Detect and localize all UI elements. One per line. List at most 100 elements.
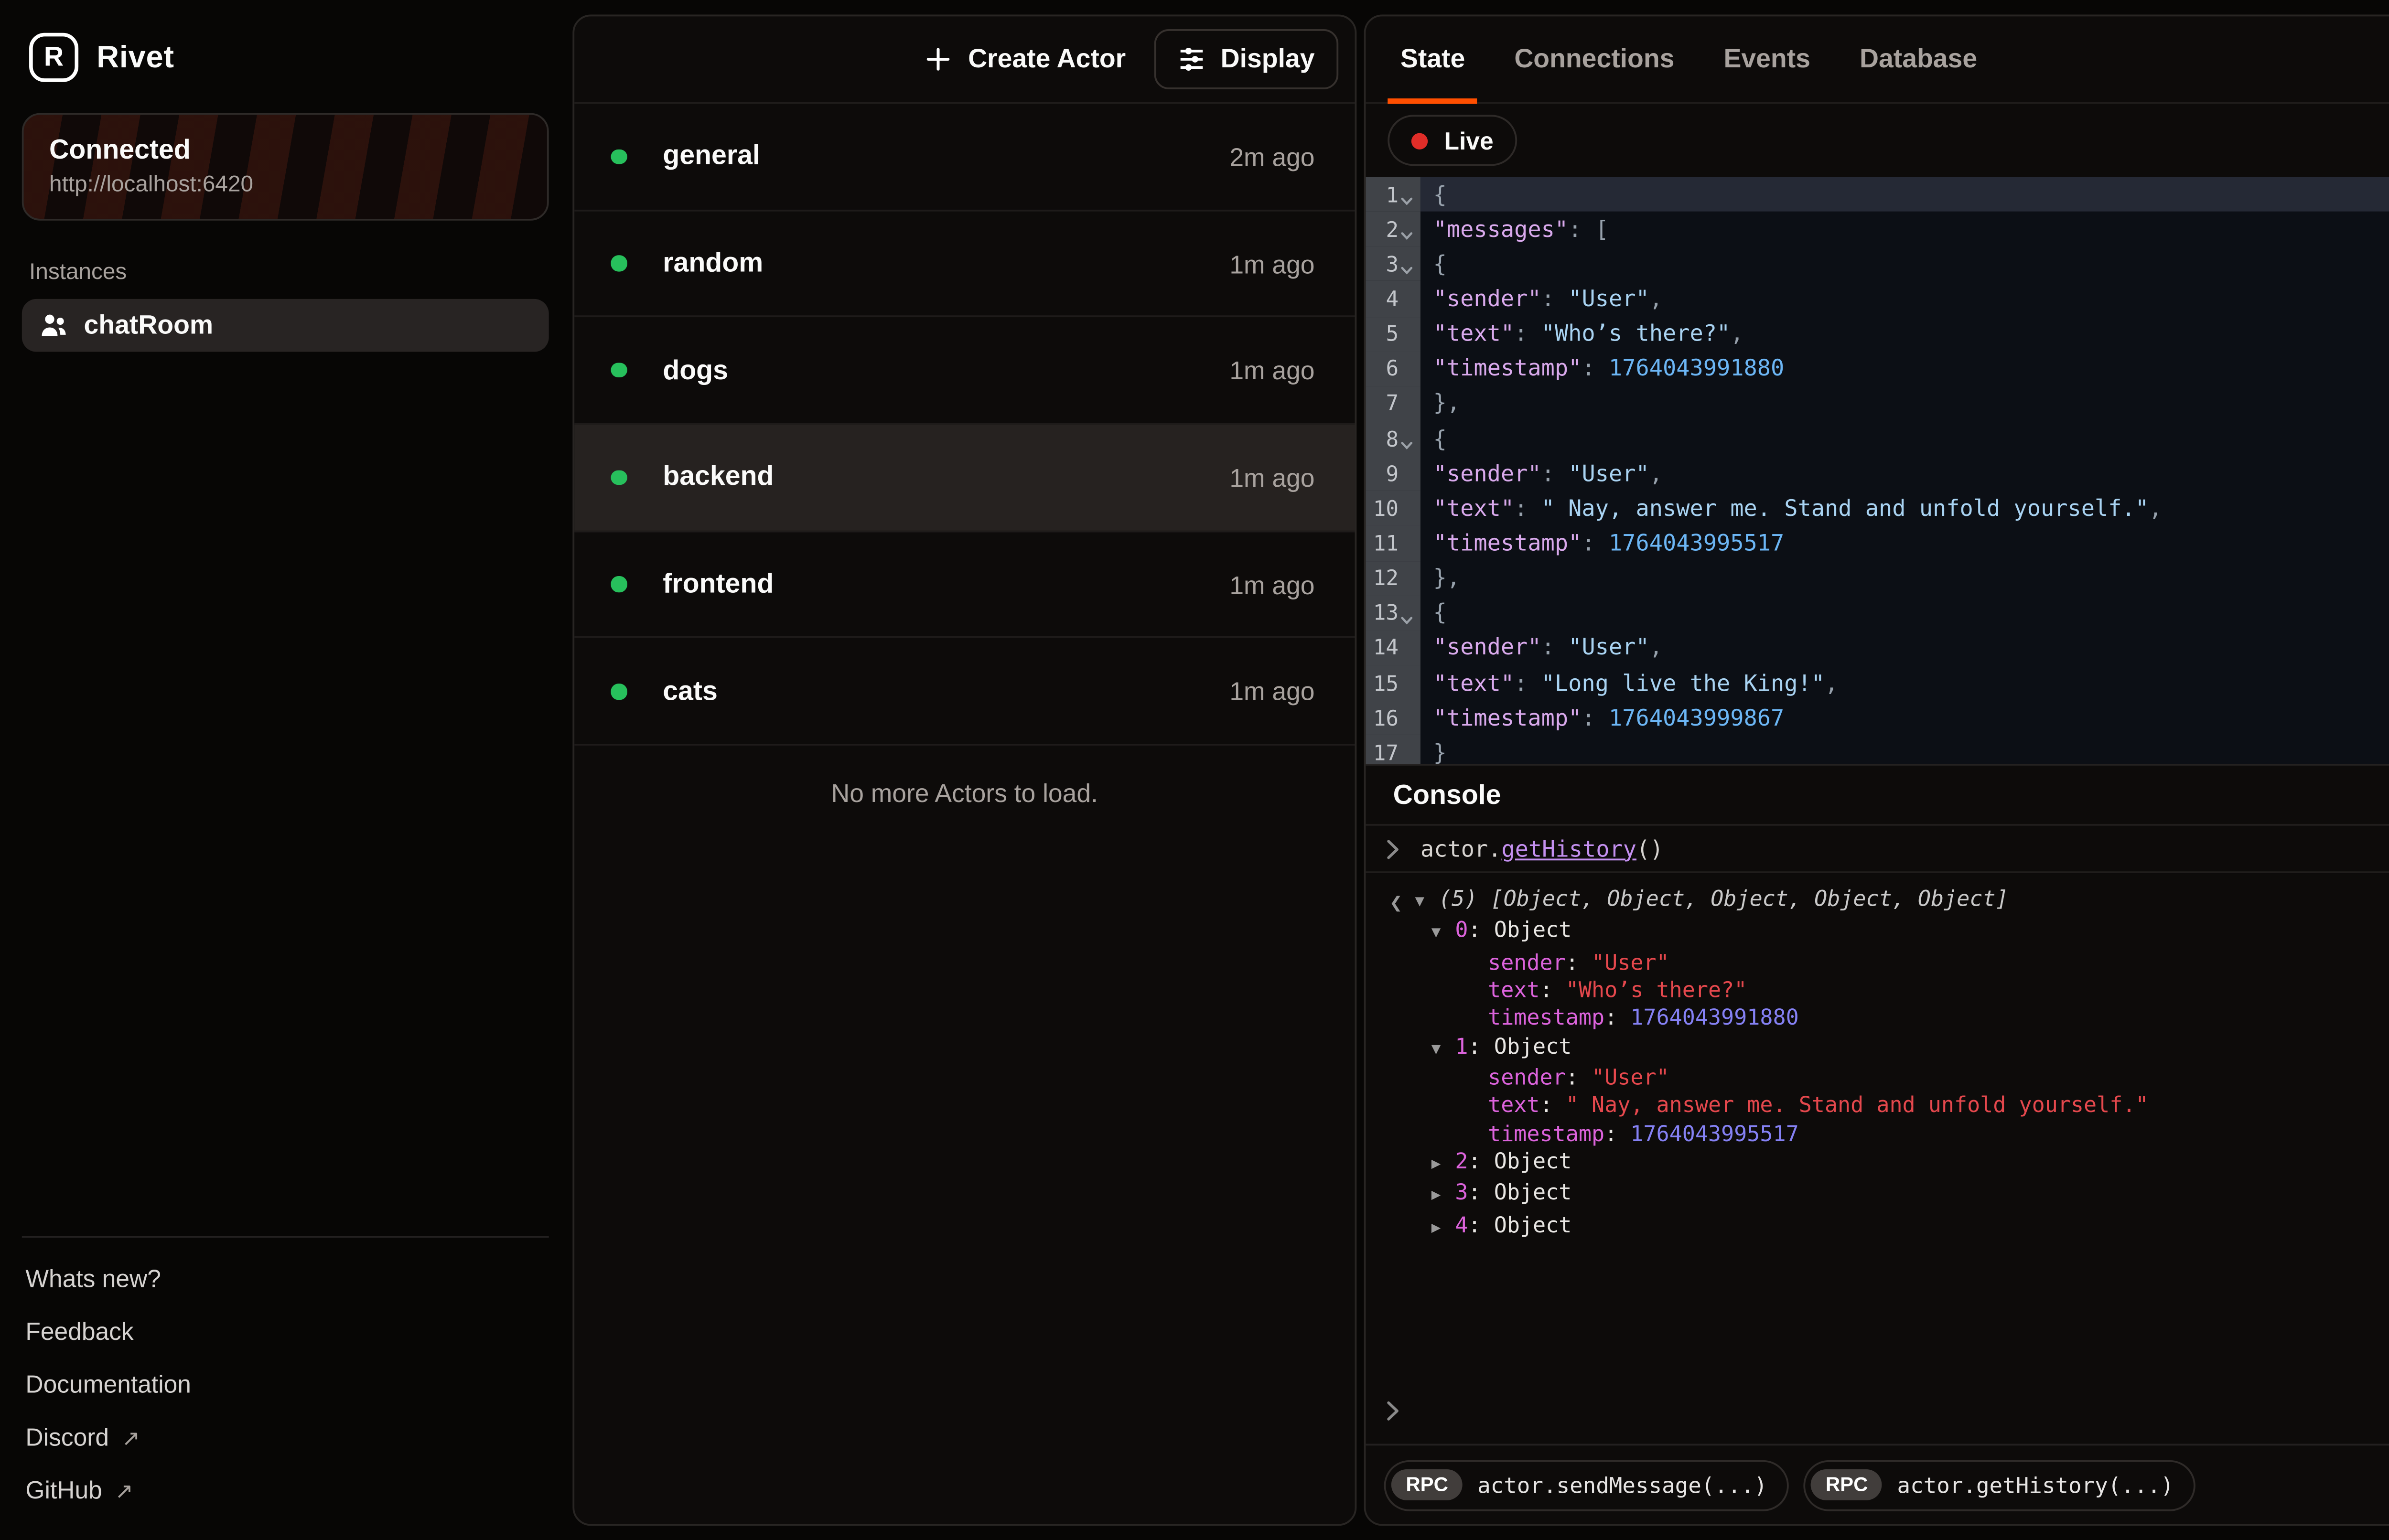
footer-link-whats-new-[interactable]: Whats new? [22, 1252, 549, 1305]
display-button[interactable]: Display [1155, 29, 1338, 89]
instances-label: Instances [29, 259, 541, 284]
instance-name: chatRoom [84, 311, 214, 340]
editor-line-9: 9 "sender": "User", [1366, 456, 2389, 491]
app-window: R Rivet Connected http://localhost:6420 … [0, 0, 2389, 1540]
external-link-icon: ↗ [122, 1424, 140, 1450]
console-tree-line: text: "Who’s there?" [1366, 977, 2389, 1005]
actor-rows: general2m agorandom1m agodogs1m agobacke… [574, 104, 1355, 746]
console-header[interactable]: Console [1366, 764, 2389, 826]
console-command-row: actor.getHistory() [1366, 826, 2389, 873]
console-tree-line: sender: "User" [1366, 1065, 2389, 1093]
end-of-list-message: No more Actors to load. [574, 746, 1355, 840]
actor-name: random [663, 248, 763, 279]
prompt-chevron-icon [1386, 838, 1400, 860]
editor-line-15: 15 "text": "Long live the King!", [1366, 665, 2389, 700]
tab-connections[interactable]: Connections [1502, 16, 1688, 102]
actor-row-backend[interactable]: backend 1m ago [574, 425, 1355, 532]
actor-last-seen: 1m ago [1229, 570, 1314, 599]
actor-row-random[interactable]: random1m ago [574, 211, 1355, 318]
editor-line-11: 11 "timestamp": 1764043995517 [1366, 526, 2389, 561]
actor-name: backend [663, 462, 774, 493]
console-tree-line[interactable]: ▶4: Object [1366, 1212, 2389, 1243]
status-dot-icon [611, 149, 626, 164]
triangle-collapsed-icon[interactable]: ▶ [1431, 1152, 1455, 1180]
brand-logo: R Rivet [22, 18, 549, 93]
state-toolbar: Live [1366, 104, 2389, 177]
rpc-button-actor-sendmessage-[interactable]: RPCactor.sendMessage(...) [1384, 1459, 1789, 1510]
tab-state[interactable]: State [1388, 16, 1478, 102]
tab-events[interactable]: Events [1711, 16, 1823, 102]
rpc-label: actor.getHistory(...) [1897, 1472, 2174, 1497]
return-arrow-icon: ❮ [1389, 889, 1402, 918]
actor-list-panel: Create Actor Display general2m agorandom… [572, 15, 1356, 1526]
console-tree-line[interactable]: ▶2: Object [1366, 1149, 2389, 1180]
actor-row-dogs[interactable]: dogs 1m ago [574, 318, 1355, 425]
actor-name: dogs [663, 355, 728, 386]
console-result-summary[interactable]: ▼(5) [Object, Object, Object, Object, Ob… [1366, 886, 2389, 918]
fold-chevron-icon[interactable] [1399, 596, 1415, 631]
connection-card: Connected http://localhost:6420 [22, 113, 549, 221]
console-tree-line: sender: "User" [1366, 949, 2389, 977]
editor-line-1: 1{ [1366, 177, 2389, 212]
editor-line-16: 16 "timestamp": 1764043999867 [1366, 700, 2389, 735]
fold-chevron-icon[interactable] [1399, 421, 1415, 456]
fold-chevron-icon[interactable] [1399, 177, 1415, 212]
console-tree-line: text: " Nay, answer me. Stand and unfold… [1366, 1093, 2389, 1121]
triangle-collapsed-icon[interactable]: ▶ [1431, 1184, 1455, 1212]
console-input-row[interactable] [1366, 1389, 2389, 1444]
rpc-label: actor.sendMessage(...) [1477, 1472, 1767, 1497]
actor-last-seen: 1m ago [1229, 463, 1314, 492]
rpc-shortcut-bar: RPCactor.sendMessage(...) RPCactor.getHis… [1366, 1444, 2389, 1524]
sidebar: R Rivet Connected http://localhost:6420 … [0, 0, 571, 1540]
editor-line-13: 13 { [1366, 596, 2389, 631]
status-dot-icon [611, 684, 626, 699]
state-json-editor[interactable]: 1{2 "messages": [3 {4 "sender": "User",5… [1366, 177, 2389, 764]
actor-name: cats [663, 676, 718, 707]
status-dot-icon [611, 363, 626, 378]
editor-line-3: 3 { [1366, 246, 2389, 281]
actor-last-seen: 1m ago [1229, 356, 1314, 385]
live-badge[interactable]: Live [1388, 115, 1517, 166]
status-dot-icon [611, 256, 626, 271]
actor-row-frontend[interactable]: frontend 1m ago [574, 532, 1355, 639]
actor-row-cats[interactable]: cats 1m ago [574, 639, 1355, 746]
editor-line-6: 6 "timestamp": 1764043991880 [1366, 351, 2389, 386]
status-dot-icon [611, 470, 626, 485]
create-actor-button[interactable]: Create Actor [906, 29, 1144, 89]
console-tree-line[interactable]: ▼1: Object [1366, 1033, 2389, 1065]
console-tree-line: timestamp: 1764043991880 [1366, 1005, 2389, 1033]
sidebar-divider [22, 1236, 549, 1238]
sidebar-item-chatroom[interactable]: chatRoom [22, 299, 549, 352]
actor-row-general[interactable]: general2m ago [574, 104, 1355, 211]
footer-link-documentation[interactable]: Documentation [22, 1358, 549, 1411]
prompt-chevron-icon [1386, 1400, 1400, 1422]
fold-chevron-icon[interactable] [1399, 212, 1415, 246]
actor-last-seen: 1m ago [1229, 677, 1314, 706]
triangle-expanded-icon[interactable]: ▼ [1415, 889, 1439, 918]
tab-database[interactable]: Database [1847, 16, 1990, 102]
rpc-button-actor-gethistory-[interactable]: RPCactor.getHistory(...) [1804, 1459, 2195, 1510]
editor-line-17: 17 } [1366, 735, 2389, 764]
console-title: Console [1393, 779, 1501, 810]
console-tree-line[interactable]: ▶3: Object [1366, 1180, 2389, 1212]
triangle-expanded-icon[interactable]: ▼ [1431, 921, 1455, 950]
footer-link-github[interactable]: GitHub↗ [22, 1464, 549, 1517]
brand-name: Rivet [97, 39, 174, 75]
footer-link-feedback[interactable]: Feedback [22, 1305, 549, 1358]
triangle-expanded-icon[interactable]: ▼ [1431, 1037, 1455, 1065]
fold-chevron-icon[interactable] [1399, 246, 1415, 281]
external-link-icon: ↗ [115, 1477, 133, 1503]
rivet-logo-icon: R [29, 33, 78, 82]
actor-name: frontend [663, 569, 774, 600]
editor-line-4: 4 "sender": "User", [1366, 281, 2389, 316]
editor-line-12: 12 }, [1366, 561, 2389, 596]
actor-name: general [663, 141, 760, 172]
console-tree-line[interactable]: ▼0: Object [1366, 918, 2389, 949]
editor-line-8: 8 { [1366, 421, 2389, 456]
console-output: ❮▼(5) [Object, Object, Object, Object, O… [1366, 873, 2389, 1389]
users-icon [40, 312, 67, 339]
triangle-collapsed-icon[interactable]: ▶ [1431, 1216, 1455, 1244]
editor-line-10: 10 "text": " Nay, answer me. Stand and u… [1366, 491, 2389, 526]
footer-link-discord[interactable]: Discord↗ [22, 1411, 549, 1464]
inspector-panel: StateConnectionsEventsDatabase Running L… [1364, 15, 2389, 1526]
